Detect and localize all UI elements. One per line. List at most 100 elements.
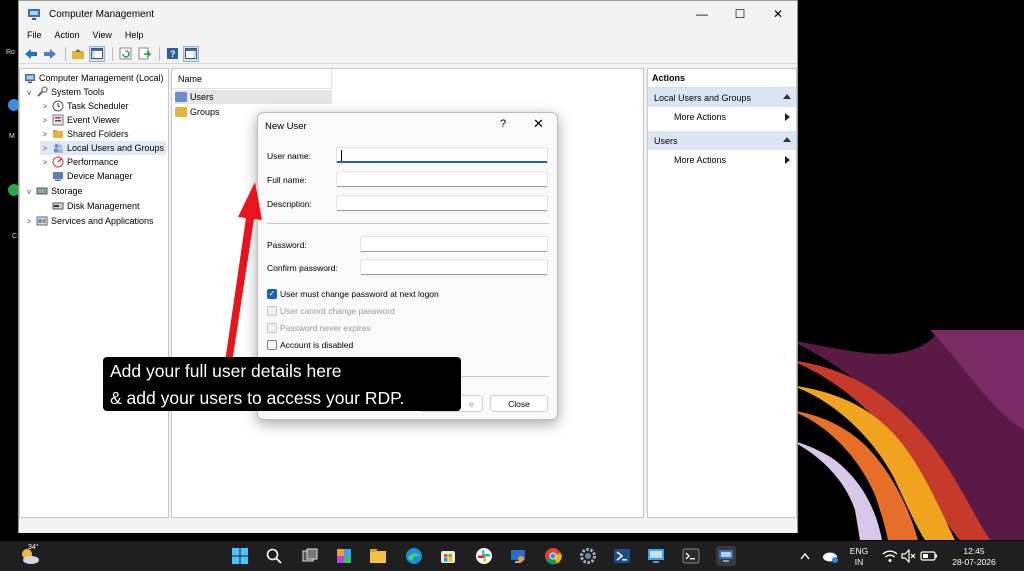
menu-help[interactable]: Help — [125, 30, 144, 40]
tree-item-local-users-and-groups[interactable]: > Local Users and Groups — [40, 141, 167, 155]
powershell-button[interactable] — [612, 546, 632, 566]
up-folder-button[interactable] — [70, 46, 86, 62]
close-icon[interactable]: ✕ — [533, 116, 544, 132]
task-view-button[interactable] — [300, 546, 320, 566]
tree-item-device-manager[interactable]: Device Manager — [40, 169, 133, 183]
expand-collapse-icon[interactable]: v — [24, 88, 34, 97]
minimize-button[interactable]: — — [683, 1, 721, 27]
wifi-icon — [882, 550, 898, 562]
onedrive-button[interactable] — [819, 546, 839, 566]
expand-collapse-icon[interactable]: > — [40, 102, 50, 111]
copilot-button[interactable] — [334, 546, 354, 566]
tree-item-system-tools[interactable]: v System Tools — [24, 85, 104, 99]
text-caret — [341, 150, 342, 161]
tree-item-performance[interactable]: > Performance — [40, 155, 119, 169]
password-input[interactable] — [360, 236, 548, 252]
expand-collapse-icon[interactable]: > — [40, 158, 50, 167]
tree-item-storage[interactable]: v Storage — [24, 184, 83, 198]
password-label: Password: — [267, 240, 307, 250]
start-button[interactable] — [230, 546, 250, 566]
computer-management-taskbar-button[interactable] — [716, 546, 736, 566]
column-header-name[interactable]: Name — [172, 69, 332, 89]
services-icon — [36, 216, 48, 226]
export-list-button[interactable] — [136, 46, 152, 62]
storage-icon — [36, 187, 48, 195]
wifi-button[interactable] — [880, 546, 900, 566]
list-item-users[interactable]: Users — [175, 90, 332, 104]
show-hide-action-pane-button[interactable] — [183, 45, 199, 62]
computer-management-icon — [25, 74, 35, 83]
actions-section-local-users-and-groups[interactable]: Local Users and Groups — [648, 88, 796, 107]
list-item-groups[interactable]: Groups — [175, 105, 220, 119]
show-hide-tree-button[interactable] — [89, 45, 105, 62]
close-button[interactable]: ✕ — [759, 1, 797, 27]
file-explorer-button[interactable] — [368, 546, 388, 566]
windows-logo-icon — [232, 548, 248, 564]
search-button[interactable] — [264, 546, 284, 566]
description-input[interactable] — [336, 195, 548, 211]
list-item-label: Groups — [190, 107, 220, 117]
powershell-icon — [614, 549, 630, 563]
window-title: Computer Management — [49, 8, 155, 20]
collapse-icon[interactable] — [783, 94, 791, 99]
collapse-icon[interactable] — [783, 137, 791, 142]
battery-button[interactable] — [919, 546, 939, 566]
refresh-button[interactable] — [117, 46, 133, 62]
expand-collapse-icon[interactable]: > — [24, 217, 34, 226]
terminal-button[interactable] — [681, 546, 701, 566]
menu-action[interactable]: Action — [55, 30, 80, 40]
actions-section-users[interactable]: Users — [648, 131, 796, 150]
folder-icon — [175, 92, 187, 102]
settings-button[interactable] — [578, 546, 598, 566]
cannot-change-password-checkbox[interactable]: User cannot change password — [267, 304, 395, 317]
help-button[interactable]: ? — [164, 46, 180, 62]
language-indicator[interactable]: ENG IN — [846, 546, 872, 568]
remote-desktop-connection-button[interactable] — [646, 546, 666, 566]
tree-item-task-scheduler[interactable]: > Task Scheduler — [40, 99, 129, 113]
expand-collapse-icon[interactable]: > — [40, 130, 50, 139]
volume-button[interactable] — [899, 546, 919, 566]
folder-icon — [370, 549, 386, 563]
close-button[interactable]: Close — [490, 395, 548, 412]
full-name-input[interactable] — [336, 171, 548, 187]
expand-collapse-icon[interactable]: v — [24, 187, 34, 196]
confirm-password-input[interactable] — [360, 259, 548, 275]
user-name-input[interactable] — [336, 147, 548, 163]
tree-item-event-viewer[interactable]: > Event Viewer — [40, 113, 120, 127]
menu-view[interactable]: View — [93, 30, 112, 40]
remote-app-button[interactable] — [508, 546, 528, 566]
expand-collapse-icon[interactable]: > — [40, 144, 50, 153]
store-button[interactable] — [438, 546, 458, 566]
menu-file[interactable]: File — [27, 30, 42, 40]
chrome-button[interactable] — [543, 546, 563, 566]
annotation-callout: Add your full user details here & add yo… — [103, 357, 461, 411]
confirm-password-label: Confirm password: — [267, 263, 338, 273]
expand-collapse-icon[interactable]: > — [40, 116, 50, 125]
tree-label: Disk Management — [67, 201, 140, 211]
tree-item-disk-management[interactable]: Disk Management — [40, 199, 140, 213]
forward-button[interactable] — [42, 46, 58, 62]
toolbar: ? — [19, 44, 797, 64]
tree-item-shared-folders[interactable]: > Shared Folders — [40, 127, 129, 141]
back-button[interactable] — [23, 46, 39, 62]
title-bar: Computer Management — ☐ ✕ — [19, 1, 797, 27]
user-name-label: User name: — [267, 151, 311, 161]
full-name-label: Full name: — [267, 175, 307, 185]
tree-item-computer-management[interactable]: Computer Management (Local) — [22, 71, 164, 85]
help-icon[interactable]: ? — [500, 118, 506, 130]
clock[interactable]: 12:45 28-07-2026 — [945, 546, 1003, 568]
submenu-arrow-icon — [785, 113, 790, 121]
show-hidden-icons-button[interactable] — [795, 546, 815, 566]
must-change-password-checkbox[interactable]: ✓ User must change password at next logo… — [267, 287, 439, 300]
password-never-expires-checkbox[interactable]: Password never expires — [267, 321, 371, 334]
slack-button[interactable] — [474, 546, 494, 566]
edge-button[interactable] — [404, 546, 424, 566]
description-label: Description: — [267, 199, 312, 209]
maximize-icon: ☐ — [734, 7, 746, 21]
account-disabled-checkbox[interactable]: Account is disabled — [267, 338, 353, 351]
more-actions-item[interactable]: More Actions — [648, 107, 796, 127]
maximize-button[interactable]: ☐ — [721, 1, 759, 27]
more-actions-item[interactable]: More Actions — [648, 150, 796, 170]
tree-item-services-and-applications[interactable]: > Services and Applications — [24, 214, 154, 228]
section-title: Local Users and Groups — [654, 92, 752, 103]
